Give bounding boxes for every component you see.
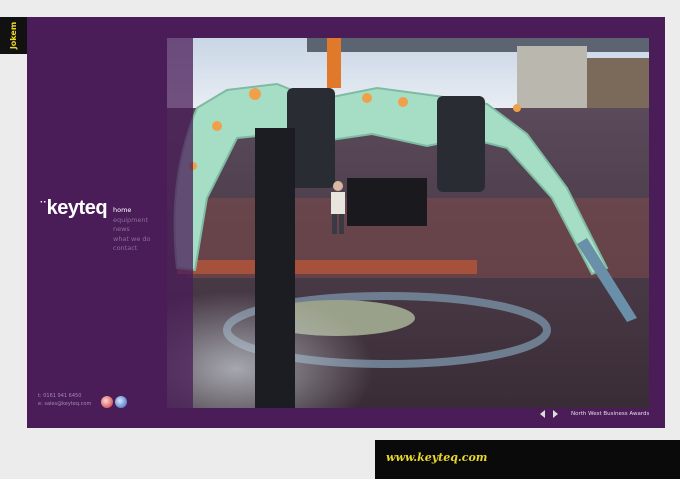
award-badge-blue-icon <box>115 396 127 408</box>
photo-overlay-strip <box>167 38 193 408</box>
contact-phone: t: 0161 941 6450 <box>38 393 82 399</box>
nav-item-equipment[interactable]: equipment <box>113 216 151 226</box>
arrow-left-icon[interactable] <box>540 410 545 418</box>
award-badge-red-icon <box>101 396 113 408</box>
brand-logo-dots: ·· <box>40 197 47 208</box>
nav-item-what-we-do[interactable]: what we do <box>113 235 151 245</box>
brand-logo[interactable]: ··keyteq <box>40 197 108 219</box>
nav-item-contact[interactable]: contact <box>113 244 151 254</box>
corner-logo-tab: Jokem <box>0 17 28 54</box>
contact-info: t: 0161 941 6450 e: sales@keyteq.com <box>38 392 91 408</box>
arrow-right-icon[interactable] <box>553 410 558 418</box>
award-badges <box>101 396 127 408</box>
slide-caption: North West Business Awards <box>571 411 650 417</box>
nav-item-home[interactable]: home <box>113 206 151 216</box>
main-nav: home equipment news what we do contact <box>113 206 151 254</box>
brand-logo-name: keyteq <box>46 197 108 219</box>
hero-photo <box>167 38 649 408</box>
concert-stage-illustration <box>167 38 649 408</box>
slideshow-controls <box>540 410 558 418</box>
nav-item-news[interactable]: news <box>113 225 151 235</box>
site-url: www.keyteq.com <box>386 451 488 464</box>
url-banner: www.keyteq.com <box>375 440 680 479</box>
corner-logo-text: Jokem <box>9 21 19 50</box>
contact-email[interactable]: e: sales@keyteq.com <box>38 400 91 408</box>
